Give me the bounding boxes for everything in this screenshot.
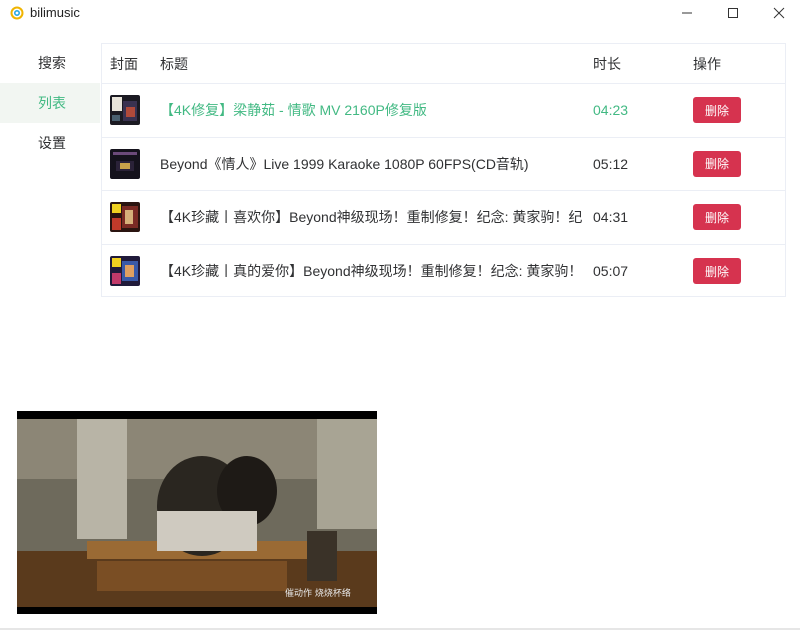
minimize-icon: [682, 12, 692, 14]
video-frame: [17, 411, 377, 614]
header-actions: 操作: [693, 55, 721, 72]
table-row[interactable]: 【4K珍藏丨喜欢你】Beyond神级现场！重制修复！纪念: 黄家驹！纪 04:3…: [102, 191, 785, 245]
delete-button[interactable]: 删除: [693, 258, 741, 285]
song-duration: 04:31: [593, 209, 629, 226]
sidebar-item-label: 设置: [38, 135, 66, 151]
song-title: 【4K珍藏丨真的爱你】Beyond神级现场！重制修复！纪念: 黄家驹！: [160, 263, 583, 280]
song-duration: 05:07: [593, 263, 629, 280]
close-icon: [773, 7, 785, 19]
sidebar-item-search[interactable]: 搜索: [0, 43, 100, 83]
sidebar: 搜索 列表 设置: [0, 43, 100, 163]
cover-thumbnail: [110, 256, 140, 287]
song-title: 【4K珍藏丨喜欢你】Beyond神级现场！重制修复！纪念: 黄家驹！纪: [160, 209, 583, 226]
table-header: 封面 标题 时长 操作: [102, 44, 785, 84]
song-title: 【4K修复】梁静茹 - 情歌 MV 2160P修复版: [160, 102, 427, 119]
cover-thumbnail: [110, 202, 140, 233]
header-title: 标题: [160, 55, 188, 72]
title-bar: bilimusic: [0, 0, 800, 28]
maximize-icon: [728, 8, 738, 18]
song-duration: 04:23: [593, 102, 629, 119]
sidebar-item-settings[interactable]: 设置: [0, 123, 100, 163]
close-button[interactable]: [756, 0, 800, 26]
table-row[interactable]: Beyond《情人》Live 1999 Karaoke 1080P 60FPS(…: [102, 138, 785, 191]
sidebar-item-list[interactable]: 列表: [0, 83, 100, 123]
delete-button[interactable]: 删除: [693, 97, 741, 124]
app-title: bilimusic: [30, 5, 80, 20]
sidebar-item-label: 列表: [38, 95, 66, 111]
header-cover: 封面: [110, 55, 138, 72]
sidebar-item-label: 搜索: [38, 55, 66, 71]
cover-thumbnail: [110, 95, 140, 126]
header-duration: 时长: [593, 55, 621, 72]
song-duration: 05:12: [593, 155, 629, 172]
video-subtitle: 催动作 烧烧杯络: [285, 589, 351, 599]
bilimusic-logo-icon: [10, 6, 24, 20]
minimize-button[interactable]: [664, 0, 710, 26]
video-player[interactable]: 催动作 烧烧杯络: [17, 411, 377, 614]
cover-thumbnail: [110, 148, 140, 179]
song-title: Beyond《情人》Live 1999 Karaoke 1080P 60FPS(…: [160, 155, 529, 172]
playlist-table: 封面 标题 时长 操作 【4K修复】梁静茹 - 情歌 MV 2160P修复版 0…: [101, 43, 786, 297]
maximize-button[interactable]: [710, 0, 756, 26]
table-row[interactable]: 【4K珍藏丨真的爱你】Beyond神级现场！重制修复！纪念: 黄家驹！ 05:0…: [102, 245, 785, 299]
table-row[interactable]: 【4K修复】梁静茹 - 情歌 MV 2160P修复版 04:23 删除: [102, 84, 785, 138]
delete-button[interactable]: 删除: [693, 204, 741, 231]
delete-button[interactable]: 删除: [693, 150, 741, 177]
